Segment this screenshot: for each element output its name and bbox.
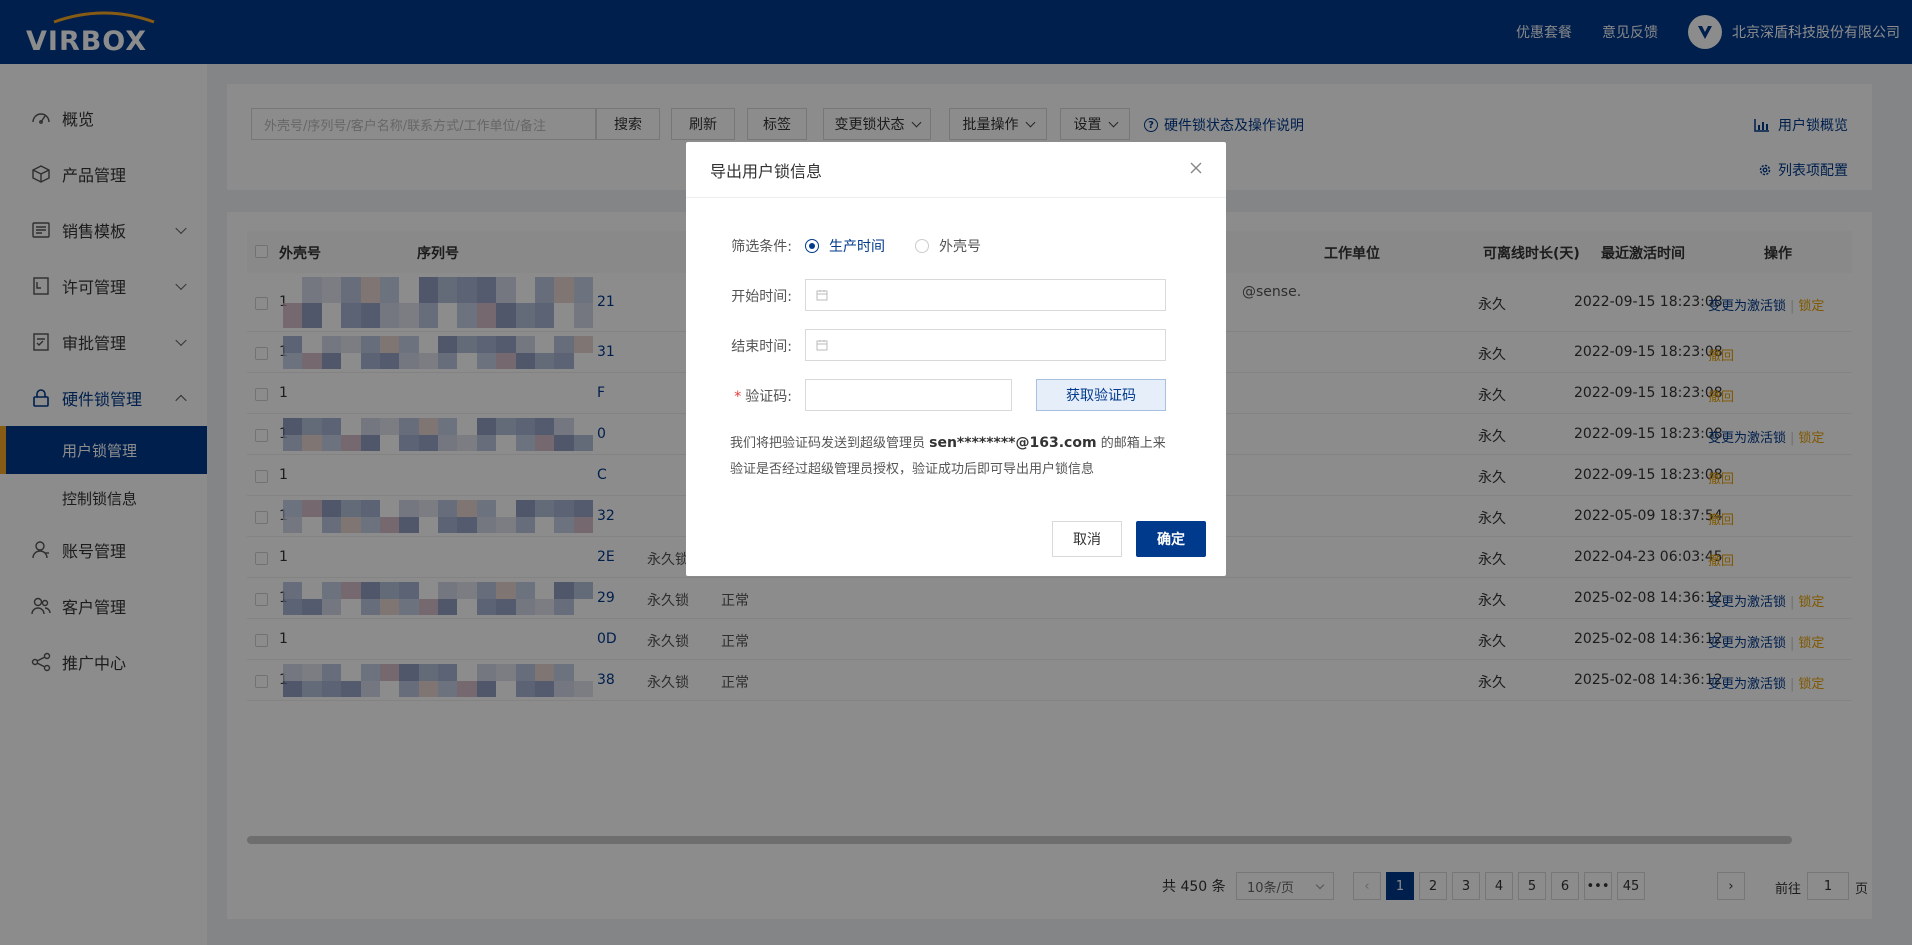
confirm-button[interactable]: 确定 xyxy=(1136,521,1206,557)
notice-suffix: 的邮箱上来 xyxy=(1096,436,1166,451)
verification-code-input[interactable] xyxy=(805,379,1012,411)
filter-label: 筛选条件: xyxy=(731,239,792,255)
close-icon[interactable] xyxy=(1188,160,1204,176)
calendar-icon xyxy=(816,340,828,351)
radio-label: 外壳号 xyxy=(939,239,981,255)
radio-production-time[interactable]: 生产时间 xyxy=(805,236,885,256)
verification-notice: 我们将把验证码发送到超级管理员 sen********@163.com 的邮箱上… xyxy=(730,430,1190,483)
code-label-text: 验证码: xyxy=(745,389,792,405)
dialog-title: 导出用户锁信息 xyxy=(710,161,823,181)
radio-dot xyxy=(915,239,929,253)
dialog-header: 导出用户锁信息 xyxy=(686,142,1226,198)
export-dialog: 导出用户锁信息 筛选条件: 生产时间 外壳号 开始时间: 结束时间: * 验证码:… xyxy=(686,142,1226,576)
notice-line-2: 验证是否经过超级管理员授权，验证成功后即可导出用户锁信息 xyxy=(730,462,1095,477)
start-time-label: 开始时间: xyxy=(731,289,792,305)
end-time-label: 结束时间: xyxy=(731,339,792,355)
radio-label: 生产时间 xyxy=(829,239,885,255)
cancel-button[interactable]: 取消 xyxy=(1052,521,1122,557)
calendar-icon xyxy=(816,290,828,301)
radio-dot xyxy=(805,239,819,253)
get-code-button[interactable]: 获取验证码 xyxy=(1036,379,1166,411)
notice-prefix: 我们将把验证码发送到超级管理员 xyxy=(730,436,930,451)
admin-email: sen********@163.com xyxy=(929,435,1097,451)
verification-code-label: * 验证码: xyxy=(734,389,792,405)
radio-shell-no[interactable]: 外壳号 xyxy=(915,236,981,256)
end-time-input[interactable] xyxy=(805,329,1166,361)
start-time-input[interactable] xyxy=(805,279,1166,311)
